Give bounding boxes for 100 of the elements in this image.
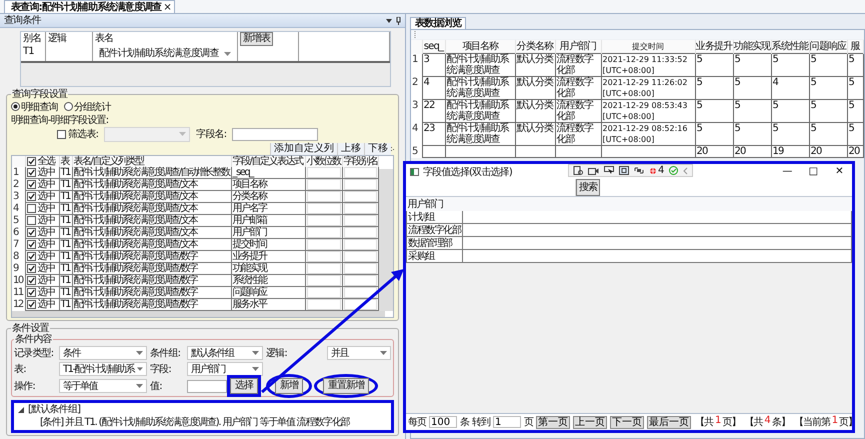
checkbox-label[interactable]: 筛选表: xyxy=(68,127,98,141)
action-button[interactable]: 重置新增 xyxy=(323,378,369,394)
decimal-input[interactable] xyxy=(306,299,340,310)
expanded-icon[interactable] xyxy=(18,407,24,413)
alias-input[interactable] xyxy=(344,287,377,298)
checkbox[interactable] xyxy=(26,204,36,213)
scrollbar[interactable] xyxy=(12,311,385,317)
checkbox[interactable] xyxy=(26,288,36,297)
decimal-input[interactable] xyxy=(306,167,340,178)
search-button[interactable]: 搜索 xyxy=(576,179,600,196)
checkbox[interactable] xyxy=(57,130,66,138)
check-icon[interactable] xyxy=(668,166,678,175)
caret-icon xyxy=(224,52,231,56)
search-bar[interactable]: 搜索 xyxy=(406,179,852,197)
column-header: 问题响应 xyxy=(810,41,846,52)
decimal-input[interactable] xyxy=(306,275,340,286)
checkbox[interactable] xyxy=(26,168,36,177)
checkbox[interactable] xyxy=(26,180,36,189)
dropdown[interactable]: T1-配件计划辅助系 xyxy=(59,362,147,376)
checkbox[interactable] xyxy=(26,252,36,261)
alias-input[interactable] xyxy=(344,263,377,274)
panel-tab[interactable]: 表数据浏览 xyxy=(410,17,466,29)
table-cell: T1 xyxy=(60,275,70,286)
table-cell: 业务提升 xyxy=(232,251,266,262)
action-button[interactable]: 新增 xyxy=(275,378,303,394)
scrollbar[interactable] xyxy=(379,169,393,311)
checkbox[interactable] xyxy=(26,157,36,166)
dropdown[interactable]: 条件 xyxy=(59,346,147,360)
toolbar-button[interactable]: 添加自定义列 xyxy=(270,142,337,154)
alias-input[interactable] xyxy=(344,239,377,250)
minimize-button[interactable]: — xyxy=(774,166,800,177)
pager-button[interactable]: 上一页 xyxy=(573,416,607,428)
add-table-button[interactable]: 新增表 xyxy=(240,32,273,46)
tree-item[interactable]: [条件] 并且 T1. (配件计划辅助系统满意度调查). 用户部门 等于单值 流程数字化部 xyxy=(40,417,350,428)
dropdown[interactable]: 默认条件组 xyxy=(187,346,263,360)
decimal-input[interactable] xyxy=(306,251,340,262)
toolbar-button[interactable]: 下移 xyxy=(364,142,391,154)
table-cell: 用户邮箱 xyxy=(232,215,266,226)
column-header: 分类名称 xyxy=(516,41,554,52)
toolbar-button[interactable]: 上移 xyxy=(337,142,364,154)
table-cell: 默认分类 xyxy=(516,100,554,111)
alias-input[interactable] xyxy=(344,251,377,262)
value-input[interactable] xyxy=(187,380,227,392)
window-capture-icon[interactable] xyxy=(619,166,629,175)
checkbox[interactable] xyxy=(26,276,36,285)
maximize-button[interactable]: □ xyxy=(800,166,826,177)
alias-input[interactable] xyxy=(344,179,377,190)
field-name-input[interactable] xyxy=(232,128,318,140)
decimal-input[interactable] xyxy=(306,215,340,226)
alias-input[interactable] xyxy=(344,191,377,202)
close-icon[interactable]: × xyxy=(163,2,171,12)
checkbox[interactable] xyxy=(26,264,36,273)
radio-button[interactable] xyxy=(64,102,73,111)
radio-button[interactable] xyxy=(11,102,20,111)
panel-title: 查询条件 xyxy=(4,15,41,26)
checkbox[interactable] xyxy=(26,228,36,237)
alias-input[interactable] xyxy=(344,203,377,214)
alias-input[interactable] xyxy=(344,275,377,286)
dropdown-icon[interactable] xyxy=(386,18,392,24)
close-button[interactable]: ✕ xyxy=(826,166,852,177)
alias-input[interactable] xyxy=(344,227,377,238)
pager-button[interactable]: 最后一页 xyxy=(647,416,691,428)
page-input[interactable]: 1 xyxy=(493,416,521,428)
bug-icon[interactable] xyxy=(649,166,657,174)
checkbox[interactable] xyxy=(26,216,36,225)
document-tab[interactable]: 表查询:配件计划辅助系统满意度调查 × xyxy=(4,0,175,13)
checkbox[interactable] xyxy=(26,192,36,201)
dropdown[interactable]: 用户部门 xyxy=(187,362,263,376)
radio-label[interactable]: 分组统计 xyxy=(74,100,111,114)
tree-group[interactable]: [默认条件组] xyxy=(28,404,80,416)
checkbox[interactable] xyxy=(26,300,36,309)
decimal-input[interactable] xyxy=(306,203,340,214)
pointer-icon[interactable] xyxy=(604,166,614,175)
pager-button[interactable]: 第一页 xyxy=(536,416,570,428)
alias-input[interactable] xyxy=(344,215,377,226)
decimal-input[interactable] xyxy=(306,263,340,274)
pin-icon[interactable] xyxy=(396,16,401,24)
decimal-input[interactable] xyxy=(306,227,340,238)
page-size-input[interactable]: 100 xyxy=(429,416,457,428)
decimal-input[interactable] xyxy=(306,287,340,298)
table-cell: T1 xyxy=(60,203,70,214)
chevron-left-icon[interactable] xyxy=(682,166,688,174)
dropdown[interactable]: 并且 xyxy=(327,346,391,360)
overflow-icon[interactable] xyxy=(391,146,394,150)
document-gear-icon[interactable] xyxy=(573,166,583,175)
camera-icon[interactable] xyxy=(588,166,599,174)
alias-input[interactable] xyxy=(344,167,377,178)
table-cell[interactable]: 流程数字化部 xyxy=(408,224,461,236)
radio-label[interactable]: 明细查询 xyxy=(21,100,58,114)
table-cell: _seq_ xyxy=(232,167,253,178)
checkbox[interactable] xyxy=(26,240,36,249)
dropdown[interactable]: 等于单值 xyxy=(59,379,147,393)
decimal-input[interactable] xyxy=(306,239,340,250)
pager-button[interactable]: 下一页 xyxy=(610,416,644,428)
action-button[interactable]: 选择 xyxy=(230,378,258,394)
decimal-input[interactable] xyxy=(306,179,340,190)
region-icon[interactable] xyxy=(634,166,644,175)
decimal-input[interactable] xyxy=(306,191,340,202)
table-cell: 配件计划辅助系统满意度调查/文本 xyxy=(74,179,196,190)
table-cell: T1 xyxy=(23,46,34,57)
